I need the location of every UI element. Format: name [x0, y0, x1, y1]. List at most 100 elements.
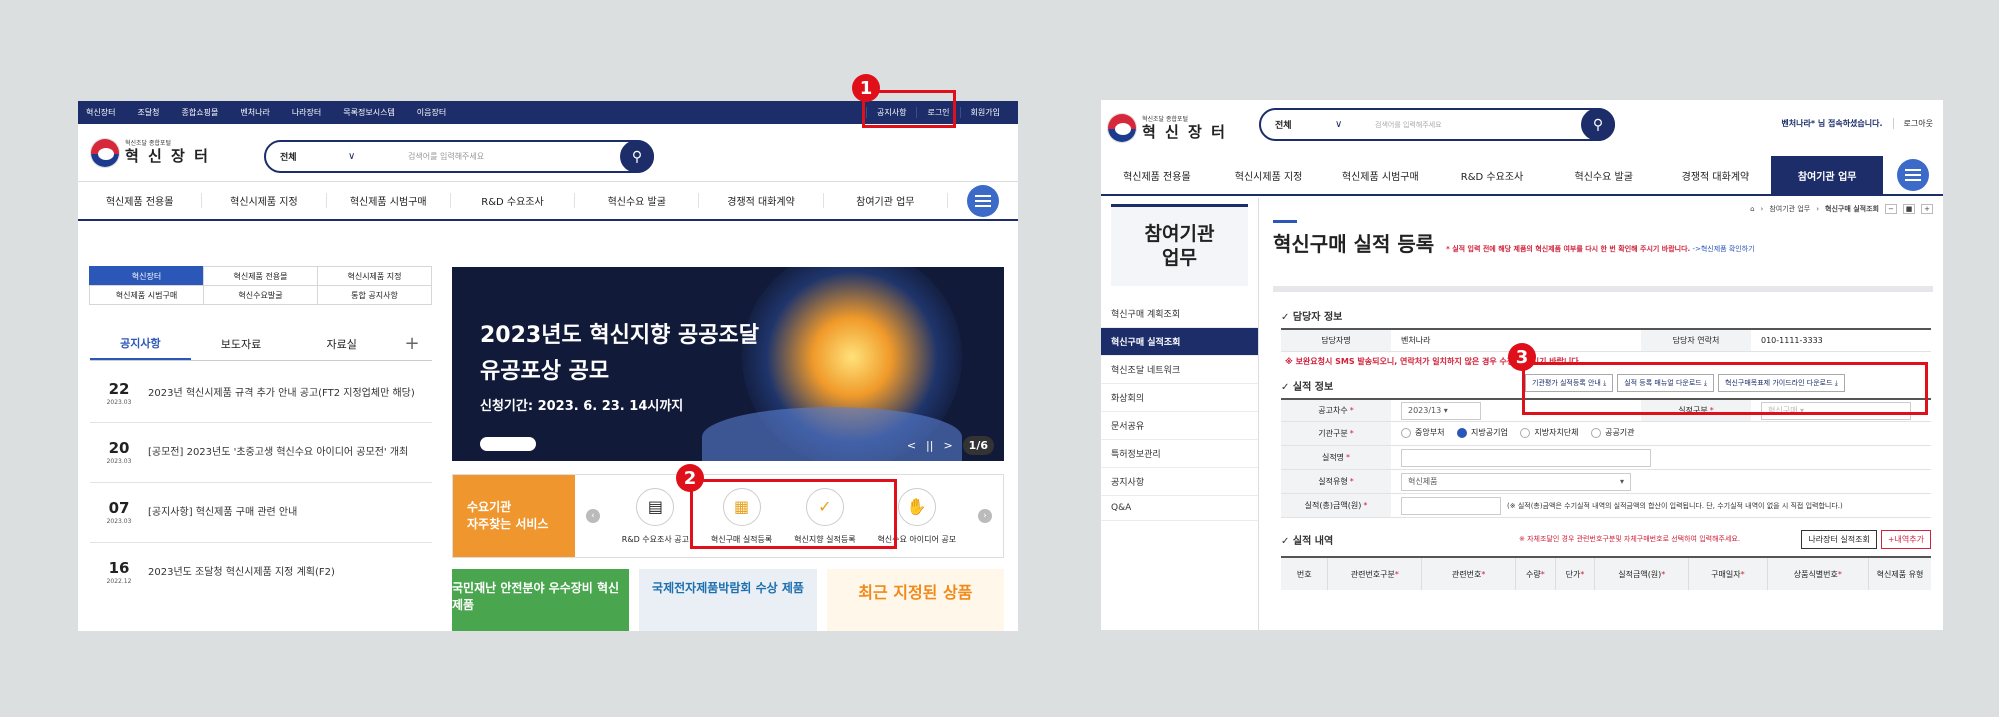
site-header: 혁신조달 종합포털 혁 신 장 터 전체 ∨ 검색어를 입력해주세요 ⚲: [78, 124, 1018, 181]
sidebar-item[interactable]: 혁신구매 계획조회: [1101, 300, 1258, 328]
search-icon[interactable]: ⚲: [620, 140, 654, 173]
quick-tab[interactable]: 혁신수요발굴: [203, 285, 318, 305]
nav-item[interactable]: 혁신제품 전용몰: [1101, 156, 1213, 194]
nav-item[interactable]: R&D 수요조사: [451, 193, 576, 208]
sidebar-item[interactable]: 혁신조달 네트워크: [1101, 356, 1258, 384]
list-item[interactable]: 22 2023.03 2023년 혁신시제품 규격 추가 안내 공고(FT2 지정…: [90, 365, 432, 423]
logout-link[interactable]: 로그아웃: [1892, 118, 1933, 129]
sidebar-item[interactable]: Q&A: [1101, 496, 1258, 521]
quick-tab[interactable]: 혁신시제품 지정: [317, 266, 432, 286]
next-arrow-icon[interactable]: >: [943, 439, 952, 452]
home-icon[interactable]: ⌂: [1750, 205, 1754, 213]
column-header: 수량 *: [1516, 558, 1556, 590]
promo-card[interactable]: 최근 지정된 상품: [826, 569, 1004, 631]
radio-public-org[interactable]: 공공기관: [1591, 427, 1635, 438]
nav-item[interactable]: 혁신시제품 지정: [202, 193, 327, 208]
nav-item[interactable]: 참여기관 업무: [824, 193, 948, 208]
check-product-link[interactable]: ->혁신제품 확인하기: [1692, 245, 1754, 253]
topbar-link[interactable]: 이음장터: [417, 107, 446, 118]
topbar-link[interactable]: 조달청: [137, 107, 159, 118]
tab-press[interactable]: 보도자료: [191, 327, 292, 360]
quick-tab[interactable]: 혁신제품 시범구매: [89, 285, 204, 305]
site-logo[interactable]: 혁신조달 종합포털 혁 신 장 터: [1107, 113, 1227, 143]
zoom-reset-icon[interactable]: ■: [1903, 204, 1915, 214]
service-rnd-survey[interactable]: ▤ R&D 수요조사 공고: [622, 487, 689, 545]
topbar-link[interactable]: 혁신장터: [86, 107, 115, 118]
pause-icon[interactable]: ||: [926, 439, 933, 452]
divider: [1273, 286, 1933, 292]
chevron-down-icon[interactable]: ∨: [1335, 119, 1375, 130]
nav-item[interactable]: 혁신제품 시범구매: [327, 193, 451, 208]
nav-item[interactable]: 혁신수요 발굴: [1548, 156, 1660, 194]
hero-banner[interactable]: 2023년도 혁신지향 공공조달 유공포상 공모 신청기간: 2023. 6. …: [452, 267, 1004, 461]
tab-notice[interactable]: 공지사항: [90, 327, 191, 360]
round-select[interactable]: 2023/13 ▾: [1401, 401, 1481, 420]
sidebar-item-active[interactable]: 혁신구매 실적조회: [1101, 328, 1258, 356]
sidebar-item[interactable]: 특허정보관리: [1101, 440, 1258, 468]
topbar-link[interactable]: 나라장터: [292, 107, 321, 118]
chevron-down-icon[interactable]: ∨: [348, 151, 408, 162]
total-amount-input[interactable]: [1401, 496, 1501, 515]
nav-item[interactable]: R&D 수요조사: [1436, 156, 1548, 194]
signup-link[interactable]: 회원가입: [959, 107, 1010, 118]
nav-item[interactable]: 경쟁적 대화계약: [699, 193, 824, 208]
contact-phone-value: 010-1111-3333: [1761, 336, 1823, 345]
news-title[interactable]: [공지사항] 혁신제품 구매 관련 안내: [148, 505, 432, 521]
nav-item[interactable]: 혁신시제품 지정: [1213, 156, 1325, 194]
nav-item-active[interactable]: 참여기관 업무: [1771, 156, 1884, 194]
nav-item[interactable]: 경쟁적 대화계약: [1660, 156, 1772, 194]
news-title[interactable]: 2023년도 조달청 혁신시제품 지정 계획(F2): [148, 565, 432, 581]
nav-item[interactable]: 혁신제품 전용몰: [78, 193, 203, 208]
hamburger-menu-icon[interactable]: [966, 184, 999, 217]
list-item[interactable]: 20 2023.03 [공모전] 2023년도 '초중고생 혁신수요 아이디어 공…: [90, 423, 432, 483]
nav-item[interactable]: 혁신수요 발굴: [575, 193, 700, 208]
add-row-button[interactable]: +내역추가: [1880, 530, 1931, 549]
perf-type-select[interactable]: 혁신제품 ▾: [1401, 472, 1631, 491]
promo-card[interactable]: 국민재난 안전분야 우수장비 혁신제품: [452, 569, 630, 631]
search-category-select[interactable]: 전체: [280, 150, 348, 163]
perf-name-input[interactable]: [1401, 448, 1651, 467]
promo-card[interactable]: 국제전자제품박람회 수상 제품: [639, 569, 817, 631]
column-header-text: 단가: [1565, 569, 1581, 579]
zoom-in-icon[interactable]: +: [1921, 204, 1933, 214]
nav-item[interactable]: 혁신제품 시범구매: [1324, 156, 1436, 194]
news-title[interactable]: 2023년 혁신시제품 규격 추가 안내 공고(FT2 지정업체만 해당): [148, 386, 432, 402]
news-title[interactable]: [공모전] 2023년도 '초중고생 혁신수요 아이디어 공모전' 개최: [148, 445, 432, 461]
lookup-button[interactable]: 나라장터 실적조회: [1801, 530, 1877, 549]
quick-tab[interactable]: 혁신제품 전용몰: [203, 266, 318, 286]
prev-arrow-icon[interactable]: ‹: [585, 509, 600, 523]
search-category-select[interactable]: 전체: [1275, 118, 1335, 131]
radio-central[interactable]: 중앙부처: [1401, 427, 1444, 438]
more-plus-icon[interactable]: +: [392, 327, 432, 360]
zoom-out-icon[interactable]: −: [1885, 204, 1897, 214]
search-icon[interactable]: ⚲: [1581, 108, 1615, 141]
topbar-link[interactable]: 종합쇼핑몰: [182, 107, 219, 118]
hamburger-menu-icon[interactable]: [1897, 159, 1930, 191]
radio-local-gov[interactable]: 지방자치단체: [1520, 427, 1579, 438]
sidebar-item[interactable]: 공지사항: [1101, 468, 1258, 496]
section-label: 담당자 정보: [1292, 312, 1343, 323]
sidebar: 참여기관 업무 혁신구매 계획조회 혁신구매 실적조회 혁신조달 네트워크 화상…: [1101, 198, 1259, 630]
sidebar-item[interactable]: 문서공유: [1101, 412, 1258, 440]
quick-tab[interactable]: 혁신장터: [89, 266, 204, 286]
next-arrow-icon[interactable]: ›: [977, 509, 992, 523]
search-input[interactable]: 검색어를 입력해주세요: [408, 151, 620, 162]
tab-archive[interactable]: 자료실: [291, 327, 392, 360]
topbar-link[interactable]: 벤처나라: [240, 107, 269, 118]
step-badge: 3: [1508, 343, 1536, 371]
column-header-text: 상품식별번호: [1793, 569, 1838, 579]
radio-local-public[interactable]: 지방공기업: [1457, 427, 1508, 438]
quick-tab[interactable]: 통합 공지사항: [317, 285, 432, 305]
field-label: 실적유형 *: [1281, 470, 1391, 493]
sidebar-item[interactable]: 화상회의: [1101, 384, 1258, 412]
prev-arrow-icon[interactable]: <: [907, 439, 916, 452]
site-logo[interactable]: 혁신조달 종합포털 혁 신 장 터: [90, 137, 210, 168]
news-day: 22: [108, 379, 130, 398]
list-item[interactable]: 16 2022.12 2023년도 조달청 혁신시제품 지정 계획(F2): [90, 543, 432, 603]
topbar-link[interactable]: 목록정보시스템: [343, 107, 395, 118]
search-input[interactable]: 검색어를 입력해주세요: [1375, 120, 1581, 130]
list-item[interactable]: 07 2023.03 [공지사항] 혁신제품 구매 관련 안내: [90, 483, 432, 543]
section-label: 실적 정보: [1292, 382, 1334, 393]
section-label: 실적 내역: [1292, 536, 1334, 547]
breadcrumb-item[interactable]: 참여기관 업무: [1769, 204, 1810, 214]
